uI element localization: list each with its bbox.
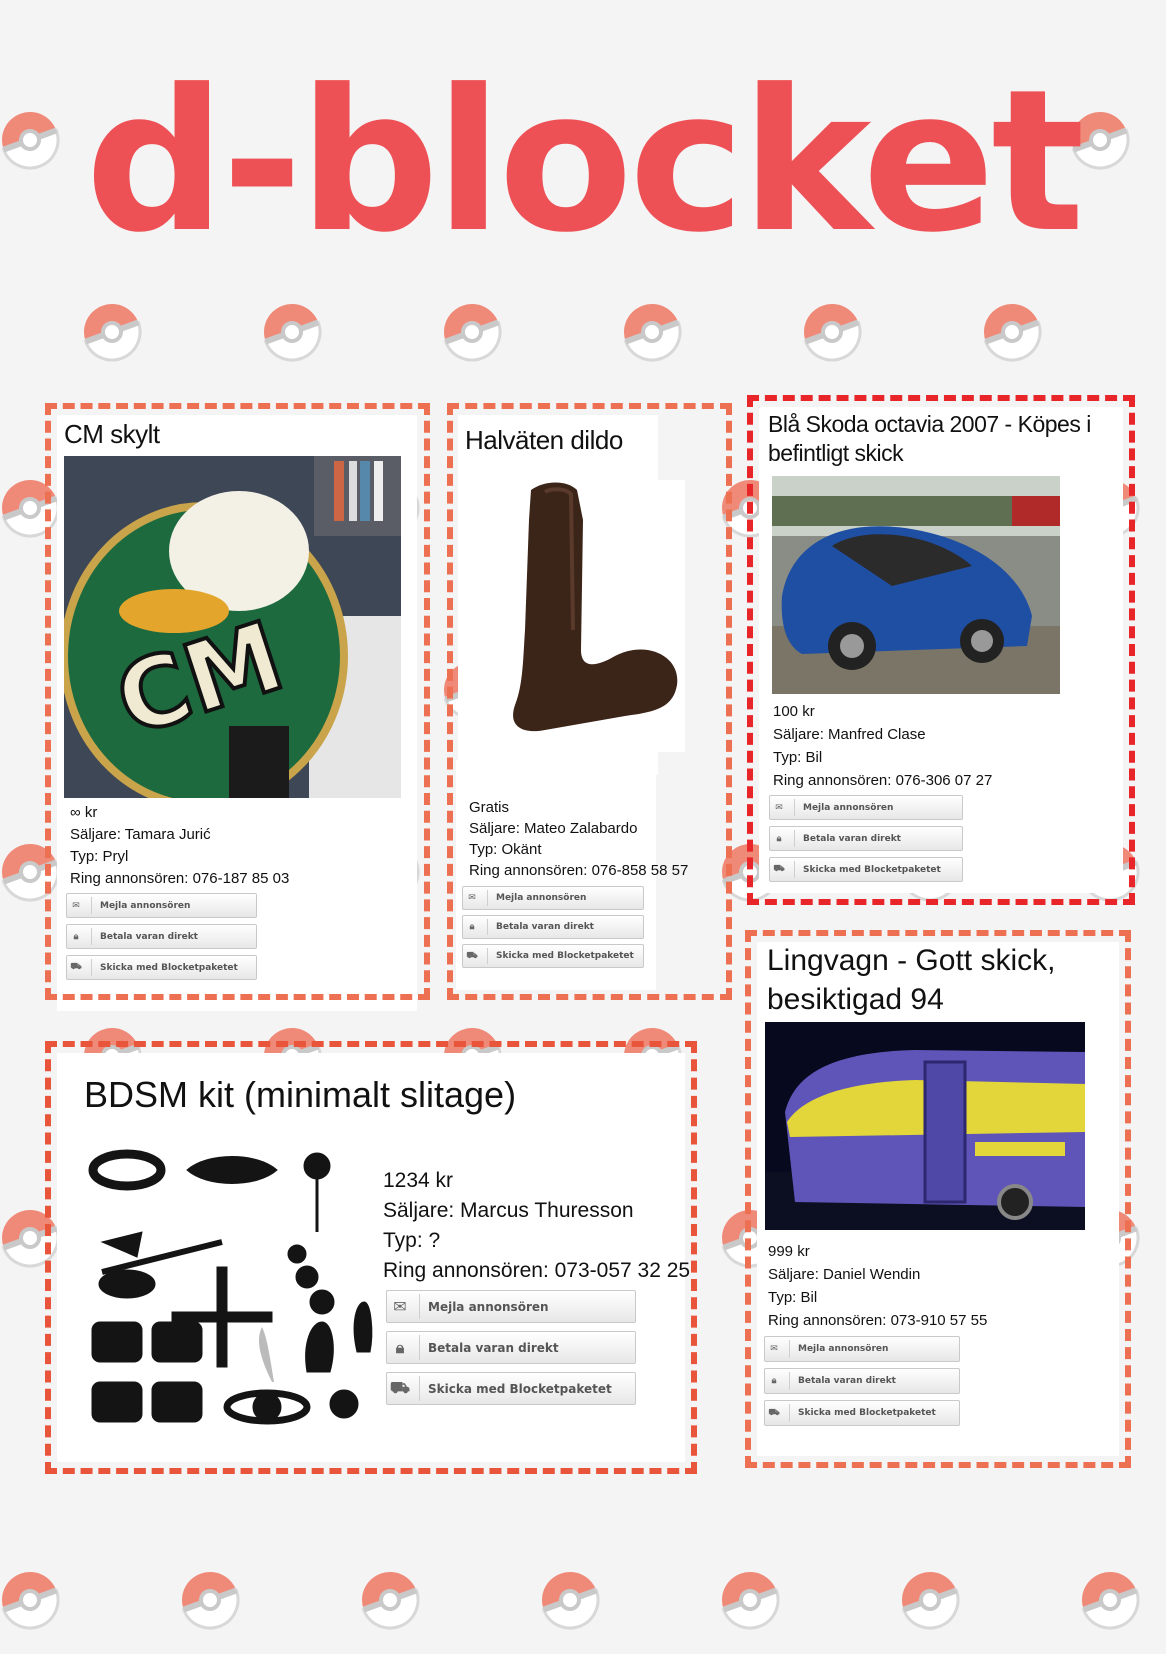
pokeball-icon: [74, 294, 150, 370]
pokeball-icon: [712, 1562, 788, 1638]
pokeball-icon: [892, 1562, 968, 1638]
pokeball-icon: [614, 294, 690, 370]
pokeball-icon: [794, 294, 870, 370]
pokeball-icon: [974, 294, 1050, 370]
pokeball-icon: [434, 294, 510, 370]
site-logo[interactable]: d-blocket: [0, 62, 1166, 262]
listing-card-bdsm: [45, 1041, 697, 1474]
listing-card-cm-skylt: [45, 403, 430, 1000]
pokeball-icon: [0, 1562, 68, 1638]
pokeball-icon: [1072, 1562, 1148, 1638]
listing-card-skoda: [747, 395, 1135, 905]
pokeball-icon: [254, 294, 330, 370]
listing-card-lingvagn: [745, 930, 1131, 1468]
listing-card-halvaten: [447, 403, 732, 1000]
pokeball-icon: [352, 1562, 428, 1638]
pokeball-icon: [172, 1562, 248, 1638]
pokeball-icon: [532, 1562, 608, 1638]
